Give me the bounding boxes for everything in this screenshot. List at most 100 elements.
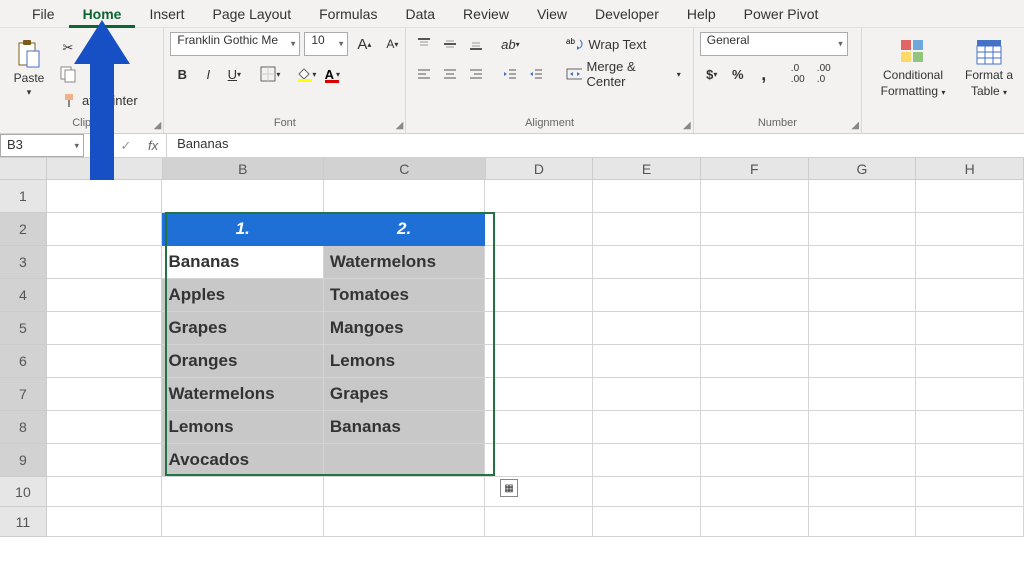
- cell-H1[interactable]: [916, 180, 1024, 213]
- increase-font-button[interactable]: A▴: [352, 32, 376, 56]
- cell-E9[interactable]: [593, 444, 701, 477]
- row-header-4[interactable]: 4: [0, 279, 47, 312]
- align-top-button[interactable]: [412, 32, 436, 56]
- menu-power-pivot[interactable]: Power Pivot: [730, 0, 833, 28]
- cell-D11[interactable]: [485, 507, 593, 537]
- cancel-formula-button[interactable]: ✕: [84, 138, 112, 154]
- merge-center-button[interactable]: Merge & Center ▾: [560, 62, 686, 86]
- comma-button[interactable]: ,: [752, 62, 776, 86]
- paste-button[interactable]: Paste ▾: [6, 32, 52, 104]
- fill-color-button[interactable]: ▾: [294, 62, 318, 86]
- cell-A5[interactable]: [47, 312, 163, 345]
- menu-review[interactable]: Review: [449, 0, 523, 28]
- row-header-9[interactable]: 9: [0, 444, 47, 477]
- row-header-10[interactable]: 10: [0, 477, 47, 507]
- cell-A6[interactable]: [47, 345, 163, 378]
- cell-F1[interactable]: [701, 180, 809, 213]
- cell-C3[interactable]: Watermelons: [324, 246, 485, 279]
- col-header-E[interactable]: E: [593, 158, 701, 180]
- clipboard-launcher[interactable]: ◢: [154, 120, 162, 131]
- cell-C2[interactable]: 2.: [324, 213, 485, 246]
- cell-F6[interactable]: [701, 345, 809, 378]
- name-box[interactable]: B3▾: [0, 134, 84, 157]
- menu-formulas[interactable]: Formulas: [305, 0, 391, 28]
- cell-H2[interactable]: [916, 213, 1024, 246]
- italic-button[interactable]: I: [196, 62, 220, 86]
- cell-G2[interactable]: [809, 213, 917, 246]
- cell-F2[interactable]: [701, 213, 809, 246]
- cell-D1[interactable]: [485, 180, 593, 213]
- select-all-button[interactable]: [0, 158, 47, 180]
- cell-E5[interactable]: [593, 312, 701, 345]
- cell-G5[interactable]: [809, 312, 917, 345]
- menu-developer[interactable]: Developer: [581, 0, 673, 28]
- cell-E2[interactable]: [593, 213, 701, 246]
- cell-C11[interactable]: [324, 507, 485, 537]
- row-header-2[interactable]: 2: [0, 213, 47, 246]
- cell-E10[interactable]: [593, 477, 701, 507]
- align-center-button[interactable]: [438, 62, 462, 86]
- font-name-select[interactable]: Franklin Gothic Me▾: [170, 32, 300, 56]
- wrap-text-button[interactable]: ab Wrap Text: [560, 32, 686, 56]
- number-launcher[interactable]: ◢: [851, 120, 859, 131]
- cell-A9[interactable]: [47, 444, 163, 477]
- alignment-launcher[interactable]: ◢: [683, 120, 691, 131]
- underline-button[interactable]: U▾: [222, 62, 246, 86]
- cell-B7[interactable]: Watermelons: [162, 378, 323, 411]
- row-header-5[interactable]: 5: [0, 312, 47, 345]
- decrease-font-button[interactable]: A▾: [380, 32, 404, 56]
- decrease-indent-button[interactable]: [498, 62, 522, 86]
- cell-B6[interactable]: Oranges: [162, 345, 323, 378]
- cell-D7[interactable]: [485, 378, 593, 411]
- cell-A1[interactable]: [47, 180, 163, 213]
- cell-H11[interactable]: [916, 507, 1024, 537]
- cell-D3[interactable]: [485, 246, 593, 279]
- cell-C8[interactable]: Bananas: [324, 411, 485, 444]
- cell-A2[interactable]: [47, 213, 163, 246]
- cell-B9[interactable]: Avocados: [162, 444, 323, 477]
- cell-B5[interactable]: Grapes: [162, 312, 323, 345]
- cell-C10[interactable]: [324, 477, 485, 507]
- cell-D4[interactable]: [485, 279, 593, 312]
- cell-B4[interactable]: Apples: [162, 279, 323, 312]
- cell-A11[interactable]: [47, 507, 163, 537]
- cell-B1[interactable]: [162, 180, 323, 213]
- cell-H5[interactable]: [916, 312, 1024, 345]
- cell-G8[interactable]: [809, 411, 917, 444]
- align-bottom-button[interactable]: [464, 32, 488, 56]
- col-header-B[interactable]: B: [163, 158, 325, 180]
- row-header-11[interactable]: 11: [0, 507, 47, 537]
- decrease-decimal-button[interactable]: .00.0: [812, 62, 836, 86]
- format-as-table-button[interactable]: Format a Table ▾: [960, 32, 1018, 104]
- col-header-H[interactable]: H: [916, 158, 1024, 180]
- copy-button[interactable]: [56, 62, 80, 86]
- menu-insert[interactable]: Insert: [135, 0, 198, 28]
- menu-home[interactable]: Home: [69, 0, 136, 28]
- cell-H7[interactable]: [916, 378, 1024, 411]
- percent-button[interactable]: %: [726, 62, 750, 86]
- cell-G1[interactable]: [809, 180, 917, 213]
- row-header-8[interactable]: 8: [0, 411, 47, 444]
- font-color-button[interactable]: A▾: [320, 62, 344, 86]
- currency-button[interactable]: $▾: [700, 62, 724, 86]
- cell-A7[interactable]: [47, 378, 163, 411]
- cell-H10[interactable]: [916, 477, 1024, 507]
- menu-file[interactable]: File: [18, 0, 69, 28]
- align-left-button[interactable]: [412, 62, 436, 86]
- cell-B8[interactable]: Lemons: [162, 411, 323, 444]
- menu-help[interactable]: Help: [673, 0, 730, 28]
- row-header-7[interactable]: 7: [0, 378, 47, 411]
- cell-F4[interactable]: [701, 279, 809, 312]
- increase-decimal-button[interactable]: .0.00: [786, 62, 810, 86]
- cell-E8[interactable]: [593, 411, 701, 444]
- cell-C1[interactable]: [324, 180, 485, 213]
- col-header-G[interactable]: G: [809, 158, 917, 180]
- cell-H6[interactable]: [916, 345, 1024, 378]
- cell-A10[interactable]: [47, 477, 163, 507]
- cell-B11[interactable]: [162, 507, 323, 537]
- cell-D6[interactable]: [485, 345, 593, 378]
- number-format-select[interactable]: General▾: [700, 32, 848, 56]
- fx-icon[interactable]: fx: [140, 138, 166, 153]
- cell-E11[interactable]: [593, 507, 701, 537]
- orientation-button[interactable]: ab▾: [498, 32, 522, 56]
